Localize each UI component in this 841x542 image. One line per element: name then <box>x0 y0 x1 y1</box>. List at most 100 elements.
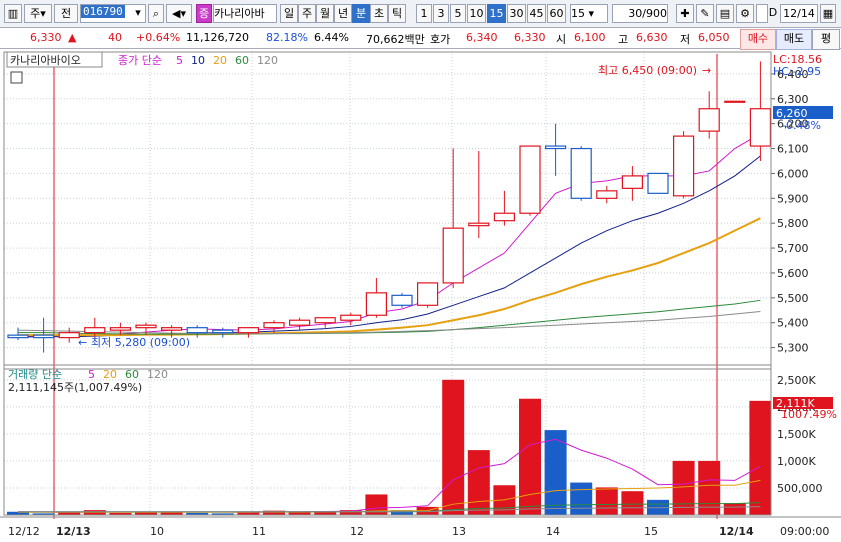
speaker-icon[interactable]: ◀▾ <box>166 4 192 23</box>
open-value: 6,100 <box>574 31 606 44</box>
scope-value: 전 <box>60 7 72 20</box>
market-select[interactable]: 주▾ <box>24 4 52 23</box>
price-tick-label: 5,700 <box>777 242 809 255</box>
buy-button[interactable]: 매수 <box>740 29 776 50</box>
layout-icon[interactable]: ▥ <box>4 4 22 23</box>
volume-bar <box>570 482 593 515</box>
minute-tab[interactable]: 1 <box>416 4 432 23</box>
candle-body <box>544 145 567 150</box>
scope-select[interactable]: 전 <box>54 4 78 23</box>
volume-tick-label: 500,000 <box>777 482 823 495</box>
minute-tab[interactable]: 60 <box>547 4 566 23</box>
period-tab[interactable]: 초 <box>370 4 388 23</box>
candle-body <box>698 108 720 132</box>
volume-bar <box>442 379 465 515</box>
time-label-date: 12/14 <box>719 525 754 538</box>
minute-tab[interactable]: 5 <box>450 4 466 23</box>
change-value: 40 <box>108 31 122 44</box>
period-tab[interactable]: 월 <box>316 4 334 23</box>
time-label-date: 12/13 <box>56 525 91 538</box>
candle-body <box>135 324 157 329</box>
volume-ma-period-label: 120 <box>147 368 168 381</box>
ma-period-label: 60 <box>235 54 249 67</box>
volume-title: 거래량 단순 <box>8 368 62 381</box>
price-value: 6,330 <box>30 31 62 44</box>
current-pct: -0.48% <box>782 119 821 132</box>
volume-bar <box>621 491 644 515</box>
amount: 70,662백만 <box>366 33 425 46</box>
d-checkbox[interactable] <box>756 4 768 23</box>
interval-select[interactable]: 15 ▾ <box>570 4 608 23</box>
candle-body <box>672 135 695 197</box>
period-tab[interactable]: 일 <box>280 4 298 23</box>
draw-icon[interactable]: ✎ <box>696 4 714 23</box>
period-tab[interactable]: 주 <box>298 4 316 23</box>
gear-icon[interactable]: ⚙ <box>736 4 754 23</box>
min-label: 최저 5,280 (09:00) <box>91 336 190 349</box>
candle-body <box>7 334 29 339</box>
minute-tab[interactable]: 30 <box>507 4 526 23</box>
toolbar: ▥ 주▾ 전 016790 ▾ ⌕ ◀▾ 증 카나리아바 15 ▾ 30/900… <box>0 0 841 28</box>
candles <box>7 61 772 353</box>
candle-body <box>570 147 592 199</box>
code-value: 016790 <box>81 5 125 18</box>
crosshair-icon[interactable]: ✚ <box>676 4 694 23</box>
candle-body <box>212 329 234 334</box>
volume-bars <box>7 379 772 515</box>
count-value: 30 <box>628 7 643 20</box>
time-label: 10 <box>150 525 164 538</box>
time-label: 14 <box>546 525 560 538</box>
vol-ratio: 82.18% <box>266 31 308 44</box>
candle-body <box>263 322 285 329</box>
save-icon[interactable]: ▤ <box>716 4 734 23</box>
calendar-icon[interactable]: ▦ <box>820 4 836 23</box>
candle-body <box>596 190 618 199</box>
chart-area[interactable]: 5,300 5,400 5,500 5,600 5,700 5,800 5,900 6,000… <box>0 49 841 542</box>
minute-tab[interactable]: 10 <box>467 4 486 23</box>
stock-name-label: 카나리아바이오 <box>10 54 81 67</box>
candle-body <box>749 108 772 147</box>
low-label: 저 <box>680 33 691 46</box>
volume-bar <box>467 450 490 515</box>
sell-button[interactable]: 매도 <box>776 29 812 50</box>
candle-body <box>58 332 80 339</box>
ma-line-5 <box>17 133 761 339</box>
volume-bar <box>723 503 746 515</box>
max-label: 최고 6,450 (09:00) <box>598 64 697 77</box>
price-tick-label: 5,400 <box>777 317 809 330</box>
candle-body <box>314 317 336 324</box>
candle-body <box>186 327 208 334</box>
period-tab[interactable]: 년 <box>334 4 352 23</box>
high-label: 고 <box>618 33 629 46</box>
time-label: 13 <box>452 525 466 538</box>
open-label: 시 <box>556 33 567 46</box>
chart-labels: 카나리아바이오 종가 단순 5 10 20 60 120 최고 6,450 (09:00) → ←… <box>6 51 837 421</box>
period-tab[interactable]: 분 <box>352 4 370 23</box>
time-label: 11 <box>252 525 266 538</box>
time-ticks: 12/12 12/13 10 11 12 13 14 15 12/14 09:00:00 <box>8 525 829 538</box>
candle-body <box>289 319 311 326</box>
search-icon[interactable]: ⌕ <box>148 4 164 23</box>
volume-ma-period-label: 5 <box>88 368 95 381</box>
volume-ticks: 500,0001,000K1,500K2,000K2,500K <box>777 374 823 495</box>
price-tick-label: 6,300 <box>777 93 809 106</box>
date-input[interactable]: 12/14 <box>780 4 818 23</box>
count-input[interactable]: 30/900 <box>612 4 668 23</box>
time-label: 15 <box>644 525 658 538</box>
minute-tab[interactable]: 15 <box>487 4 506 23</box>
minute-tab[interactable]: 3 <box>433 4 449 23</box>
price-tick-label: 5,300 <box>777 342 809 355</box>
code-dropdown-icon[interactable]: ▾ <box>131 4 145 23</box>
ma-period-label: 20 <box>213 54 227 67</box>
minute-tab[interactable]: 45 <box>527 4 546 23</box>
volume-value: 11,126,720 <box>186 31 249 44</box>
price-tick-label: 6,100 <box>777 143 809 156</box>
period-tab[interactable]: 틱 <box>388 4 406 23</box>
candle-body <box>468 222 490 227</box>
count-max: /900 <box>642 7 667 20</box>
volume-bar <box>749 400 772 515</box>
eval-button[interactable]: 평 <box>812 29 840 50</box>
hc-label: HC:-2.95 <box>773 65 821 78</box>
turnover: 6.44% <box>314 31 349 44</box>
volume-tick-label: 1,000K <box>777 455 816 468</box>
